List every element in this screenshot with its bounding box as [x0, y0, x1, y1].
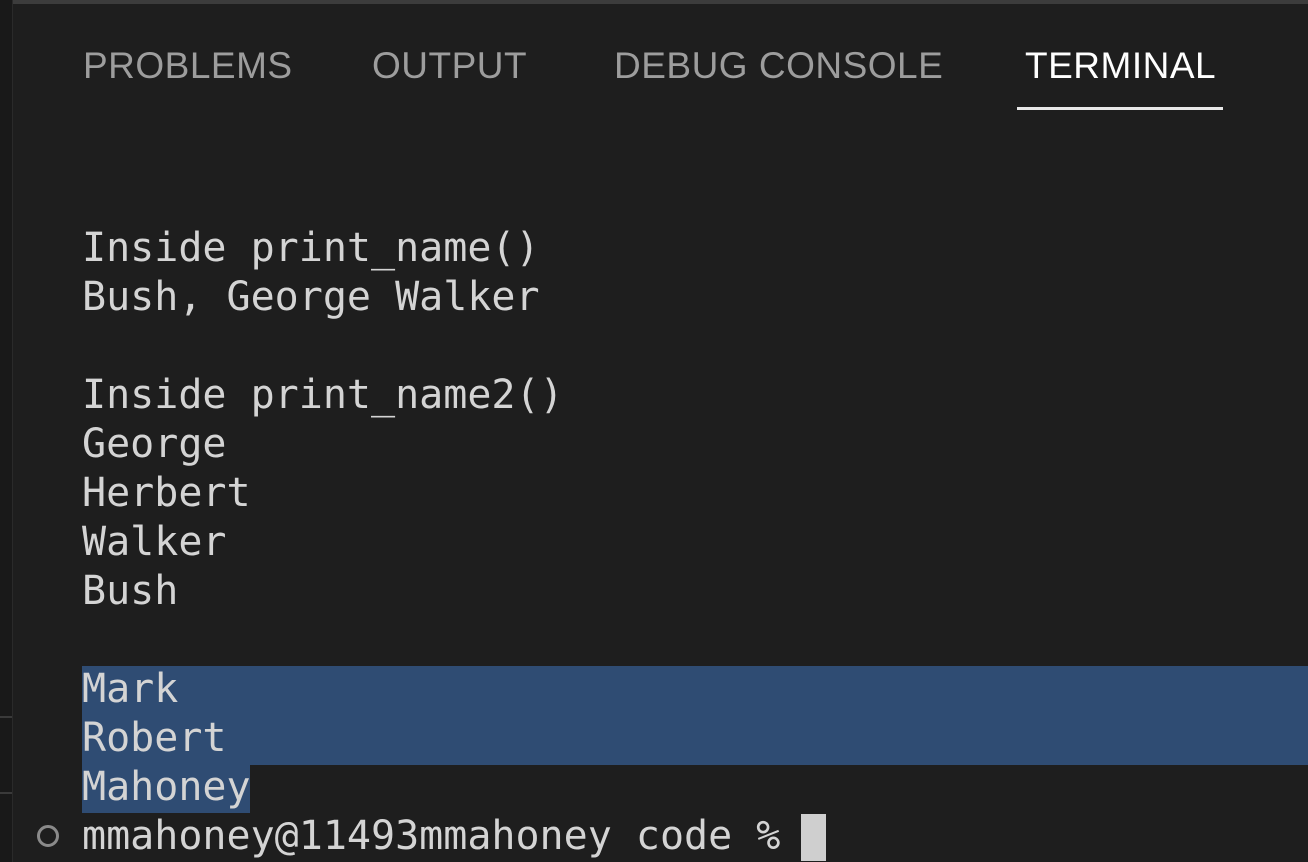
panel-tabs: PROBLEMS OUTPUT DEBUG CONSOLE TERMINAL: [0, 0, 1308, 120]
terminal-cursor: [801, 814, 826, 861]
terminal-line: Walker: [82, 519, 227, 565]
terminal-line: George: [82, 421, 227, 467]
active-tab-indicator: [1017, 107, 1223, 110]
gutter-divider: [0, 716, 12, 718]
terminal-line: Bush: [82, 568, 179, 614]
terminal-output[interactable]: Inside print_name() Bush, George Walker …: [82, 224, 564, 862]
terminal-panel: PROBLEMS OUTPUT DEBUG CONSOLE TERMINAL I…: [0, 0, 1308, 862]
terminal-line: Herbert: [82, 470, 251, 516]
terminal-prompt: mmahoney@11493mmahoney code %: [82, 813, 805, 859]
tab-problems[interactable]: PROBLEMS: [83, 44, 293, 88]
terminal-line: Inside print_name(): [82, 225, 540, 271]
terminal-line-selected: Robert: [82, 715, 227, 761]
terminal-line-selected: Mahoney: [82, 764, 251, 810]
tab-terminal[interactable]: TERMINAL: [1025, 44, 1216, 88]
selection-highlight: [82, 666, 1308, 765]
tab-debug-console[interactable]: DEBUG CONSOLE: [614, 44, 943, 88]
gutter-divider: [0, 792, 12, 794]
command-status-circle-icon[interactable]: [37, 825, 59, 847]
terminal-line: Inside print_name2(): [82, 372, 564, 418]
terminal-line: Bush, George Walker: [82, 274, 540, 320]
tab-output[interactable]: OUTPUT: [372, 44, 527, 88]
terminal-line-selected: Mark: [82, 666, 179, 712]
left-gutter: [0, 0, 13, 862]
